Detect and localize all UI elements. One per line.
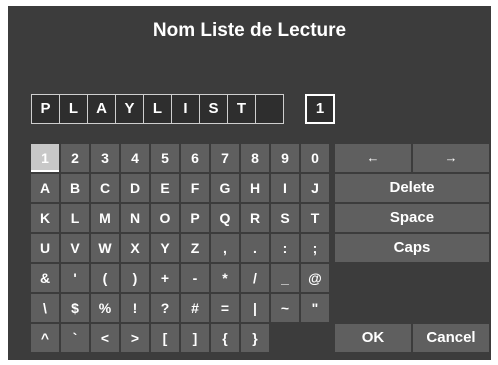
cursor-right-button[interactable]: →: [413, 144, 489, 172]
key[interactable]: ^: [31, 324, 59, 352]
key[interactable]: %: [91, 294, 119, 322]
key[interactable]: J: [301, 174, 329, 202]
key[interactable]: C: [91, 174, 119, 202]
key[interactable]: ]: [181, 324, 209, 352]
caps-button[interactable]: Caps: [335, 234, 489, 262]
key[interactable]: (: [91, 264, 119, 292]
key[interactable]: <: [91, 324, 119, 352]
cancel-button[interactable]: Cancel: [413, 324, 489, 352]
arrow-left-icon: ←: [366, 150, 380, 165]
key[interactable]: S: [271, 204, 299, 232]
key[interactable]: -: [181, 264, 209, 292]
key[interactable]: $: [61, 294, 89, 322]
key[interactable]: `: [61, 324, 89, 352]
key[interactable]: 8: [241, 144, 269, 172]
key[interactable]: T: [301, 204, 329, 232]
key[interactable]: W: [91, 234, 119, 262]
key[interactable]: P: [181, 204, 209, 232]
key[interactable]: 1: [31, 144, 59, 172]
key[interactable]: #: [181, 294, 209, 322]
key[interactable]: |: [241, 294, 269, 322]
key[interactable]: !: [121, 294, 149, 322]
name-char-cell: I: [171, 94, 200, 124]
key[interactable]: M: [91, 204, 119, 232]
key[interactable]: F: [181, 174, 209, 202]
key[interactable]: ~: [271, 294, 299, 322]
name-char-cell: L: [59, 94, 88, 124]
key[interactable]: &: [31, 264, 59, 292]
character-counter: 1: [305, 94, 335, 124]
name-char-cell: T: [227, 94, 256, 124]
key[interactable]: =: [211, 294, 239, 322]
key[interactable]: B: [61, 174, 89, 202]
delete-button[interactable]: Delete: [335, 174, 489, 202]
name-char-cell: A: [87, 94, 116, 124]
playlist-name-dialog: Nom Liste de Lecture P L A Y L I S T 1 1…: [8, 6, 491, 360]
key[interactable]: 0: [301, 144, 329, 172]
key[interactable]: V: [61, 234, 89, 262]
key[interactable]: 4: [121, 144, 149, 172]
key[interactable]: G: [211, 174, 239, 202]
key[interactable]: 6: [181, 144, 209, 172]
key[interactable]: K: [31, 204, 59, 232]
key[interactable]: ": [301, 294, 329, 322]
key[interactable]: [: [151, 324, 179, 352]
key[interactable]: ): [121, 264, 149, 292]
key[interactable]: @: [301, 264, 329, 292]
key[interactable]: Q: [211, 204, 239, 232]
key[interactable]: >: [121, 324, 149, 352]
key[interactable]: *: [211, 264, 239, 292]
key[interactable]: R: [241, 204, 269, 232]
key[interactable]: 2: [61, 144, 89, 172]
name-char-cell: [255, 94, 284, 124]
name-char-cell: P: [31, 94, 60, 124]
key[interactable]: O: [151, 204, 179, 232]
key[interactable]: A: [31, 174, 59, 202]
key[interactable]: Z: [181, 234, 209, 262]
key[interactable]: _: [271, 264, 299, 292]
key[interactable]: H: [241, 174, 269, 202]
cursor-left-button[interactable]: ←: [335, 144, 411, 172]
key[interactable]: ,: [211, 234, 239, 262]
name-char-cell: L: [143, 94, 172, 124]
key[interactable]: U: [31, 234, 59, 262]
key[interactable]: Y: [151, 234, 179, 262]
key[interactable]: E: [151, 174, 179, 202]
key[interactable]: X: [121, 234, 149, 262]
key[interactable]: {: [211, 324, 239, 352]
key[interactable]: /: [241, 264, 269, 292]
name-char-cell: Y: [115, 94, 144, 124]
name-char-cell: S: [199, 94, 228, 124]
key[interactable]: .: [241, 234, 269, 262]
key[interactable]: I: [271, 174, 299, 202]
ok-button[interactable]: OK: [335, 324, 411, 352]
space-button[interactable]: Space: [335, 204, 489, 232]
key[interactable]: ': [61, 264, 89, 292]
key[interactable]: ?: [151, 294, 179, 322]
dialog-title: Nom Liste de Lecture: [152, 20, 347, 41]
key[interactable]: +: [151, 264, 179, 292]
key[interactable]: N: [121, 204, 149, 232]
key[interactable]: 7: [211, 144, 239, 172]
key[interactable]: }: [241, 324, 269, 352]
key[interactable]: 9: [271, 144, 299, 172]
key[interactable]: D: [121, 174, 149, 202]
key[interactable]: ;: [301, 234, 329, 262]
key[interactable]: :: [271, 234, 299, 262]
key[interactable]: 3: [91, 144, 119, 172]
key[interactable]: 5: [151, 144, 179, 172]
key[interactable]: \: [31, 294, 59, 322]
arrow-right-icon: →: [444, 150, 458, 165]
key[interactable]: L: [61, 204, 89, 232]
